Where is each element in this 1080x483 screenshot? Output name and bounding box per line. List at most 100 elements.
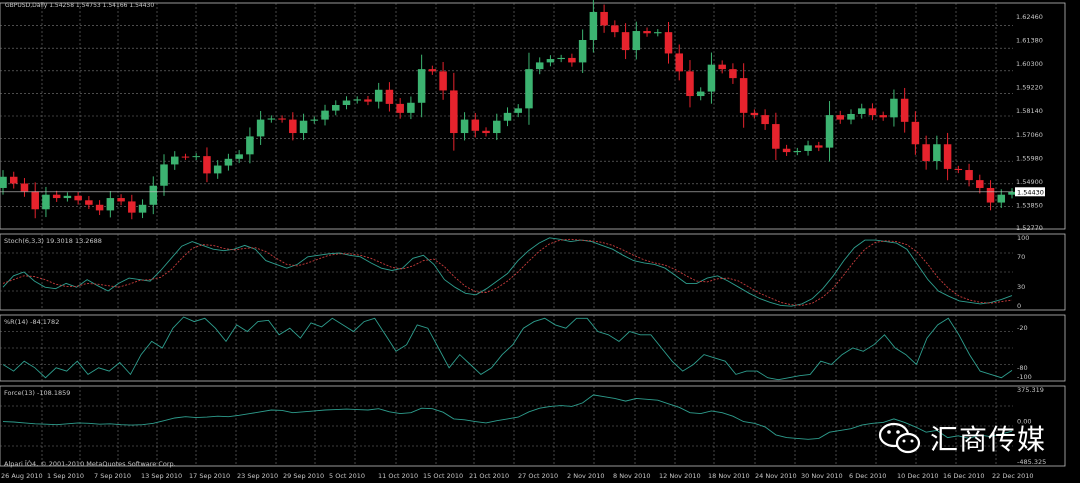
- candle-body: [525, 69, 533, 109]
- indicator-tick-label: -20: [1017, 324, 1028, 332]
- candle-body: [42, 194, 50, 210]
- candle-body: [600, 11, 608, 26]
- indicator-label: Force(13) -108.1859: [4, 389, 70, 397]
- candle-body: [976, 180, 984, 188]
- indicator-series-line: [2, 316, 1013, 381]
- candle-body: [954, 168, 963, 171]
- candle-body: [203, 156, 211, 174]
- candle-body: [374, 89, 383, 102]
- candle-body: [654, 32, 662, 34]
- candle-body: [750, 112, 759, 116]
- date-tick-label: 5 Oct 2010: [329, 472, 365, 480]
- candle-body: [85, 200, 93, 205]
- indicator-label: %R(14) -84.1782: [4, 318, 59, 326]
- candle-body: [611, 25, 619, 33]
- indicator-tick-label: -100: [1017, 373, 1032, 381]
- candle-body: [514, 108, 522, 113]
- candle-body: [664, 32, 673, 54]
- date-tick-label: 8 Nov 2010: [613, 472, 651, 480]
- date-tick-label: 12 Nov 2010: [659, 472, 701, 480]
- indicator-tick-label: -485.325: [1017, 458, 1046, 466]
- indicator-series-line: [2, 394, 1013, 440]
- candle-body: [911, 121, 920, 145]
- price-tick-label: 1.61380: [1016, 37, 1043, 45]
- candle-body: [589, 11, 598, 40]
- candle-body: [95, 204, 104, 211]
- candle-body: [224, 158, 233, 166]
- candle-body: [342, 100, 351, 106]
- candle-body: [729, 69, 737, 79]
- price-tick-label: 1.60300: [1016, 60, 1043, 68]
- date-tick-label: 24 Nov 2010: [755, 472, 797, 480]
- date-tick-label: 13 Sep 2010: [141, 472, 182, 480]
- candle-body: [772, 124, 780, 149]
- candle-body: [63, 195, 72, 199]
- candle-body: [52, 194, 61, 199]
- candle-body: [793, 150, 802, 153]
- candle-body: [160, 164, 168, 186]
- date-tick-label: 17 Sep 2010: [189, 472, 230, 480]
- candle-body: [933, 144, 941, 162]
- candle-body: [417, 69, 426, 103]
- candle-body: [836, 115, 845, 120]
- candle-body: [857, 108, 866, 114]
- candle-body: [278, 118, 286, 120]
- date-tick-label: 18 Nov 2010: [708, 472, 750, 480]
- candle-body: [815, 145, 823, 148]
- date-tick-label: 21 Oct 2010: [469, 472, 509, 480]
- candle-body: [450, 90, 458, 134]
- indicator-label: Stoch(6,3,3) 19.3018 13.2688: [4, 237, 102, 245]
- wechat-icon: [878, 422, 921, 454]
- indicator-series-line: [2, 238, 1013, 306]
- candle-body: [192, 156, 200, 158]
- candle-body: [396, 103, 404, 113]
- candle-body: [643, 31, 651, 34]
- date-tick-label: 11 Oct 2010: [378, 472, 418, 480]
- candle-body: [986, 187, 995, 203]
- indicator-layer: [2, 237, 1013, 440]
- candle-body: [299, 120, 308, 134]
- current-price-label: 1.54430: [1017, 188, 1044, 196]
- candle-body: [267, 118, 276, 120]
- candle-body: [782, 148, 791, 153]
- candle-body: [428, 69, 437, 72]
- watermark: 汇商传媒: [878, 418, 1046, 458]
- candle-body: [117, 198, 125, 202]
- indicator-tick-label: -80: [1017, 364, 1028, 372]
- candle-body: [31, 191, 39, 210]
- candle-body: [364, 99, 372, 102]
- date-tick-label: 29 Sep 2010: [283, 472, 324, 480]
- candle-body: [718, 64, 726, 70]
- candle-body: [482, 130, 490, 134]
- candle-body: [9, 176, 18, 184]
- candle-body: [289, 119, 297, 134]
- candle-body: [128, 201, 136, 213]
- candle-body: [246, 136, 254, 155]
- candle-body: [900, 98, 909, 122]
- candle-body: [825, 115, 834, 148]
- date-tick-label: 10 Dec 2010: [897, 472, 939, 480]
- candle-body: [493, 120, 501, 134]
- candle-body: [503, 112, 512, 121]
- indicator-tick-label: 70: [1017, 253, 1025, 261]
- candle-body: [847, 113, 855, 120]
- candle-body: [965, 170, 973, 181]
- candle-body: [331, 105, 340, 111]
- candle-body: [675, 53, 684, 72]
- candle-layer: [0, 0, 1016, 220]
- candle-body: [922, 144, 930, 162]
- price-tick-label: 1.53850: [1016, 201, 1043, 209]
- candle-body: [943, 144, 952, 169]
- indicator-tick-label: 375.319: [1017, 386, 1044, 394]
- date-tick-label: 26 Aug 2010: [1, 472, 43, 480]
- price-tick-label: 1.58140: [1016, 107, 1043, 115]
- candle-body: [557, 57, 565, 60]
- forex-chart: 1.62460 1.61380 1.60300 1.59220 1.58140 1.570…: [0, 0, 1066, 480]
- price-tick-label: 1.57060: [1016, 131, 1043, 139]
- candle-body: [235, 154, 243, 159]
- indicator-tick-label: 0: [1017, 302, 1021, 310]
- candle-body: [106, 198, 115, 211]
- candle-body: [632, 31, 641, 51]
- candle-body: [739, 78, 748, 113]
- candle-body: [256, 119, 265, 137]
